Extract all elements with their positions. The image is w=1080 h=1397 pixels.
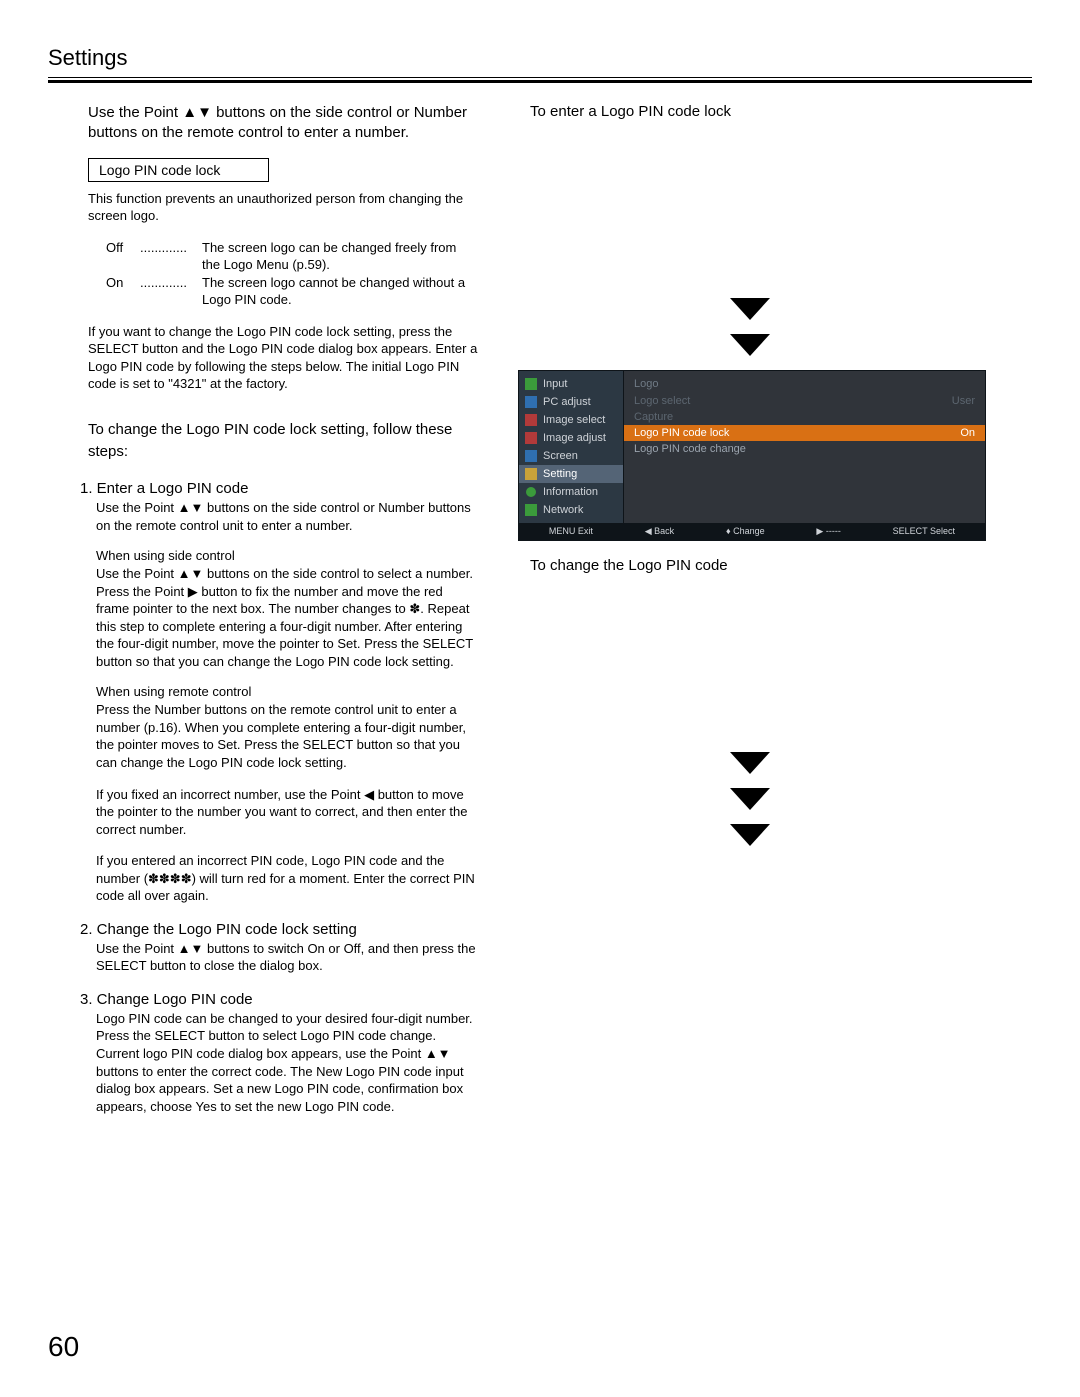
section-title: Settings (48, 45, 1032, 78)
down-arrow-icon (724, 824, 776, 850)
menu-footer: MENU Exit ◀ Back ♦ Change ▶ ----- SELECT… (519, 523, 985, 540)
down-arrow-icon (724, 752, 776, 778)
step1-side-body: Use the Point ▲▼ buttons on the side con… (88, 565, 478, 670)
option-on-label: On (106, 274, 140, 309)
footer-select: SELECT Select (893, 526, 955, 537)
menu-logo-pin-lock[interactable]: Logo PIN code lock On (624, 425, 985, 441)
change-pin-screenshot-placeholder (530, 582, 970, 742)
menu-image-adjust[interactable]: Image adjust (519, 429, 623, 447)
option-on-row: On ............. The screen logo cannot … (88, 274, 478, 309)
projector-menu-screenshot: Input PC adjust Image select Image adjus… (518, 370, 986, 541)
step1-heading: 1. Enter a Logo PIN code (80, 480, 478, 497)
option-off-row: Off ............. The screen logo can be… (88, 239, 478, 274)
section-rule (48, 80, 1032, 83)
footer-change: ♦ Change (726, 526, 765, 537)
menu-capture[interactable]: Capture (624, 409, 985, 425)
lock-after-paragraph: If you want to change the Logo PIN code … (88, 323, 478, 393)
left-column: Use the Point ▲▼ buttons on the side con… (48, 103, 478, 1115)
menu-image-select[interactable]: Image select (519, 411, 623, 429)
screen-icon (525, 450, 537, 462)
down-arrow-icon (724, 334, 776, 360)
menu-right-header: Logo (624, 375, 985, 393)
down-arrow-icon (724, 788, 776, 814)
dots: ............. (140, 274, 202, 309)
footer-exit: MENU Exit (549, 526, 593, 537)
menu-information[interactable]: Information (519, 483, 623, 501)
menu-right-pane: Logo Logo select User Capture Logo P (623, 371, 985, 523)
info-icon (525, 486, 537, 498)
footer-dash: ▶ ----- (816, 526, 840, 537)
input-icon (525, 378, 537, 390)
change-intro: To change the Logo PIN code lock setting… (88, 419, 478, 464)
image-select-icon (525, 414, 537, 426)
lock-description: This function prevents an unauthorized p… (88, 190, 478, 225)
intro-paragraph: Use the Point ▲▼ buttons on the side con… (88, 103, 478, 144)
setting-icon (525, 468, 537, 480)
right-enter-title: To enter a Logo PIN code lock (530, 103, 1032, 120)
menu-setting[interactable]: Setting (519, 465, 623, 483)
step1-side-heading: When using side control (88, 548, 478, 563)
menu-pc-adjust[interactable]: PC adjust (519, 393, 623, 411)
step3-body: Logo PIN code can be changed to your des… (88, 1010, 478, 1115)
two-column-layout: Use the Point ▲▼ buttons on the side con… (48, 103, 1032, 1115)
step3-heading: 3. Change Logo PIN code (80, 991, 478, 1008)
step2-body: Use the Point ▲▼ buttons to switch On or… (88, 940, 478, 975)
manual-page: Settings Use the Point ▲▼ buttons on the… (0, 0, 1080, 1397)
image-adjust-icon (525, 432, 537, 444)
network-icon (525, 504, 537, 516)
step1-wrong-body: If you entered an incorrect PIN code, Lo… (88, 852, 478, 905)
logo-pin-lock-heading: Logo PIN code lock (88, 158, 269, 182)
step1-body: Use the Point ▲▼ buttons on the side con… (88, 499, 478, 534)
right-column: To enter a Logo PIN code lock Input PC a… (514, 103, 1032, 1115)
step2-heading: 2. Change the Logo PIN code lock setting (80, 921, 478, 938)
menu-input[interactable]: Input (519, 375, 623, 393)
pc-icon (525, 396, 537, 408)
menu-logo-select[interactable]: Logo select User (624, 393, 985, 409)
option-off-text: The screen logo can be changed freely fr… (202, 239, 478, 274)
menu-screen[interactable]: Screen (519, 447, 623, 465)
menu-network[interactable]: Network (519, 501, 623, 519)
step1-fix-body: If you fixed an incorrect number, use th… (88, 786, 478, 839)
page-number: 60 (48, 1331, 79, 1363)
menu-logo-pin-change[interactable]: Logo PIN code change (624, 441, 985, 457)
step1-remote-heading: When using remote control (88, 684, 478, 699)
enter-pin-screenshot-placeholder (530, 128, 970, 288)
option-on-text: The screen logo cannot be changed withou… (202, 274, 478, 309)
menu-left-pane: Input PC adjust Image select Image adjus… (519, 371, 623, 523)
step1-remote-body: Press the Number buttons on the remote c… (88, 701, 478, 771)
footer-back: ◀ Back (645, 526, 674, 537)
option-off-label: Off (106, 239, 140, 274)
dots: ............. (140, 239, 202, 274)
right-change-title: To change the Logo PIN code (530, 557, 1032, 574)
down-arrow-icon (724, 298, 776, 324)
